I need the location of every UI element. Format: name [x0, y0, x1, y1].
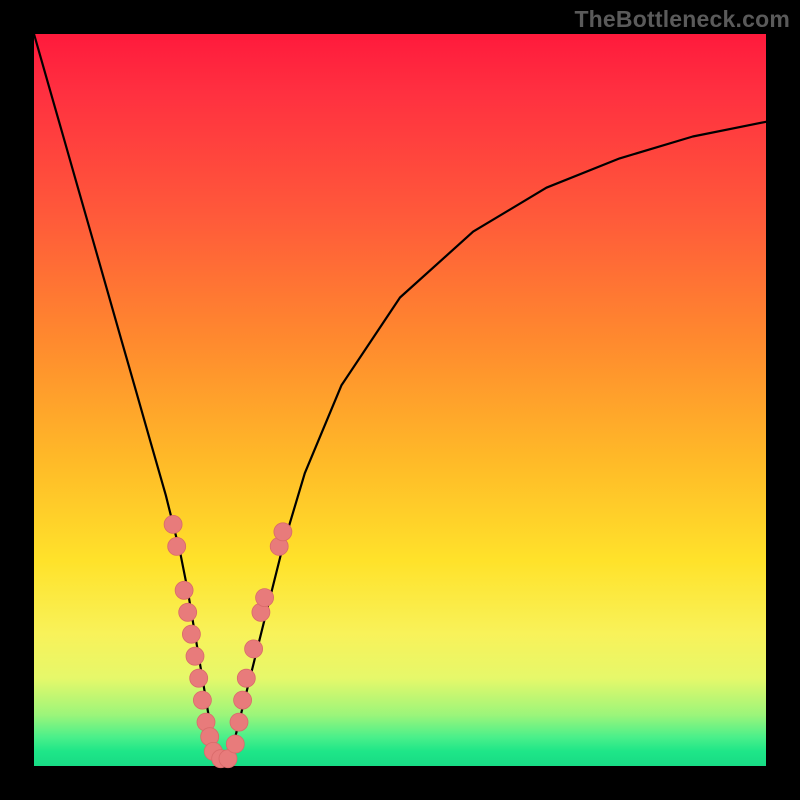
plot-area — [34, 34, 766, 766]
data-marker — [234, 691, 252, 709]
bottleneck-curve — [34, 34, 766, 766]
data-marker — [245, 640, 263, 658]
watermark-text: TheBottleneck.com — [574, 6, 790, 33]
data-marker — [226, 735, 244, 753]
data-marker — [175, 581, 193, 599]
data-marker — [182, 625, 200, 643]
data-marker — [164, 515, 182, 533]
data-marker — [193, 691, 211, 709]
data-marker — [237, 669, 255, 687]
data-marker — [186, 647, 204, 665]
data-marker — [256, 589, 274, 607]
data-marker — [179, 603, 197, 621]
data-marker — [230, 713, 248, 731]
data-marker — [190, 669, 208, 687]
curve-layer — [34, 34, 766, 766]
marker-layer — [164, 515, 292, 767]
data-marker — [168, 537, 186, 555]
data-marker — [274, 523, 292, 541]
chart-frame: TheBottleneck.com — [0, 0, 800, 800]
